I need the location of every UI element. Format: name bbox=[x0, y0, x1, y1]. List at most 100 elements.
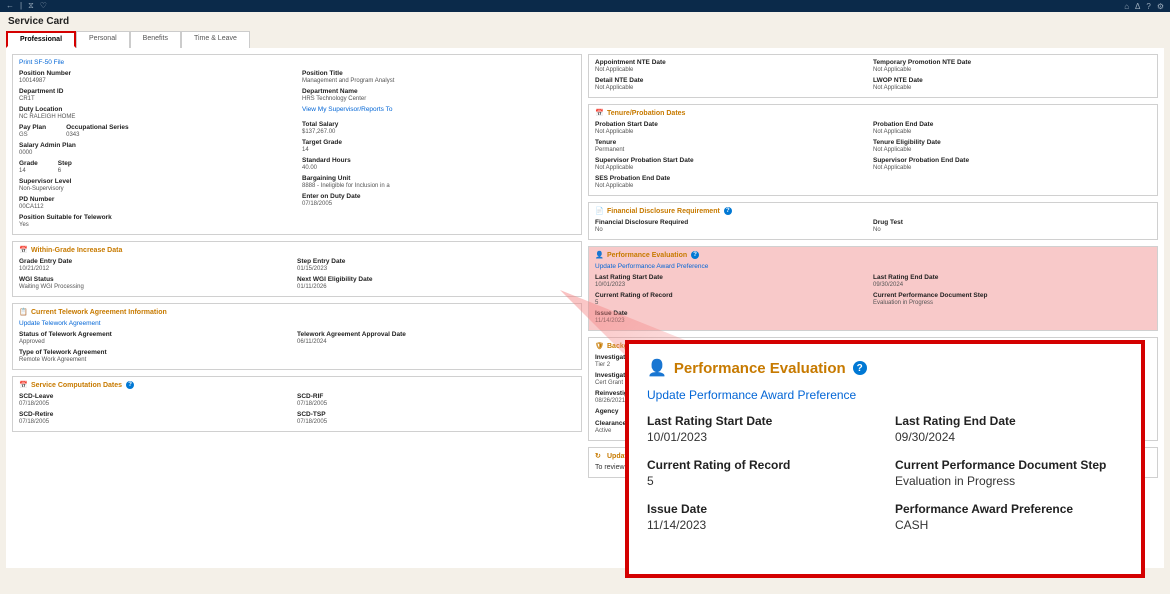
lbl-step-entry: Step Entry Date bbox=[297, 258, 565, 265]
lbl-findisc-req: Financial Disclosure Required bbox=[595, 219, 863, 226]
clock-icon[interactable]: ⧖ bbox=[28, 1, 34, 11]
callout-update-link[interactable]: Update Performance Award Preference bbox=[647, 388, 856, 402]
lbl-dept-name: Department Name bbox=[302, 88, 575, 95]
val-eod: 07/18/2005 bbox=[302, 201, 575, 207]
hdr-scd: Service Computation Dates bbox=[31, 382, 122, 389]
callout-header: Performance Evaluation bbox=[674, 360, 846, 377]
tab-personal[interactable]: Personal bbox=[76, 31, 130, 48]
profile-icon: 👤 bbox=[647, 358, 667, 378]
val-drug-test: No bbox=[873, 227, 1141, 233]
val-co-step: Evaluation in Progress bbox=[895, 474, 1123, 488]
lbl-total-salary: Total Salary bbox=[302, 121, 575, 128]
lbl-next-wgi: Next WGI Eligibility Date bbox=[297, 276, 565, 283]
lbl-perf-end: Last Rating End Date bbox=[873, 274, 1141, 281]
print-sf50-link[interactable]: Print SF-50 File bbox=[19, 59, 64, 66]
val-telework-type: Remote Work Agreement bbox=[19, 357, 287, 363]
help-icon[interactable]: ? bbox=[724, 207, 732, 215]
lbl-eod: Enter on Duty Date bbox=[302, 193, 575, 200]
hdr-perf: Performance Evaluation bbox=[607, 252, 687, 259]
gear-icon[interactable]: ⚙ bbox=[1157, 2, 1164, 11]
tab-professional[interactable]: Professional bbox=[6, 31, 76, 48]
card-appointment: Appointment NTE DateNot Applicable Tempo… bbox=[588, 54, 1158, 98]
lbl-tenure-elig: Tenure Eligibility Date bbox=[873, 139, 1141, 146]
hdr-wgi: Within-Grade Increase Data bbox=[31, 247, 122, 254]
lbl-perf-step: Current Performance Document Step bbox=[873, 292, 1141, 299]
val-telework-approval: 06/11/2024 bbox=[297, 339, 565, 345]
val-wgi-status: Waiting WGI Processing bbox=[19, 284, 287, 290]
val-dept-id: CR1T bbox=[19, 96, 292, 102]
lbl-co-issue: Issue Date bbox=[647, 502, 875, 516]
val-findisc-req: No bbox=[595, 227, 863, 233]
lbl-co-step: Current Performance Document Step bbox=[895, 458, 1123, 472]
lbl-co-award: Performance Award Preference bbox=[895, 502, 1123, 516]
card-tenure: 📅Tenure/Probation Dates Probation Start … bbox=[588, 104, 1158, 196]
val-grade: 14 bbox=[19, 168, 38, 174]
hdr-tenure: Tenure/Probation Dates bbox=[607, 110, 685, 117]
refresh-icon: ↻ bbox=[595, 452, 603, 460]
home-icon[interactable]: ⌂ bbox=[1124, 2, 1129, 11]
update-telework-link[interactable]: Update Telework Agreement bbox=[19, 320, 101, 327]
heart-icon[interactable]: ♡ bbox=[40, 1, 47, 11]
lbl-perf-issue: Issue Date bbox=[595, 310, 863, 317]
val-salary-plan: 0000 bbox=[19, 150, 292, 156]
card-scd: 📅Service Computation Dates? SCD-Leave07/… bbox=[12, 376, 582, 432]
val-pd-num: 00CA112 bbox=[19, 204, 292, 210]
val-co-end: 09/30/2024 bbox=[895, 430, 1123, 444]
val-target-grade: 14 bbox=[302, 147, 575, 153]
val-lwop-nte: Not Applicable bbox=[873, 85, 1141, 91]
help-icon[interactable]: ? bbox=[126, 381, 134, 389]
help-icon[interactable]: ? bbox=[853, 361, 867, 375]
val-position-number: 10014987 bbox=[19, 78, 292, 84]
card-wgi: 📅Within-Grade Increase Data Grade Entry … bbox=[12, 241, 582, 297]
val-pos-title: Management and Program Analyst bbox=[302, 78, 575, 84]
val-std-hours: 40.00 bbox=[302, 165, 575, 171]
topbar: ← | ⧖ ♡ ⌂ Δ ? ⚙ bbox=[0, 0, 1170, 12]
lbl-co-end: Last Rating End Date bbox=[895, 414, 1123, 428]
lbl-tenure: Tenure bbox=[595, 139, 863, 146]
callout-performance: 👤 Performance Evaluation ? Update Perfor… bbox=[625, 340, 1145, 578]
lbl-co-start: Last Rating Start Date bbox=[647, 414, 875, 428]
val-detail-nte: Not Applicable bbox=[595, 85, 863, 91]
profile-icon: 👤 bbox=[595, 251, 603, 259]
view-supervisor-link[interactable]: View My Supervisor/Reports To bbox=[302, 106, 392, 113]
val-step-entry: 01/15/2023 bbox=[297, 266, 565, 272]
tab-benefits[interactable]: Benefits bbox=[130, 31, 181, 48]
left-column: Print SF-50 File Position Number10014987… bbox=[12, 54, 582, 562]
lbl-telework-type: Type of Telework Agreement bbox=[19, 349, 287, 356]
val-co-award: CASH bbox=[895, 518, 1123, 532]
val-perf-step: Evaluation in Progress bbox=[873, 300, 1141, 306]
tabs: Professional Personal Benefits Time & Le… bbox=[0, 31, 1170, 48]
lbl-scd-rif: SCD-RIF bbox=[297, 393, 565, 400]
lbl-pos-title: Position Title bbox=[302, 70, 575, 77]
lbl-target-grade: Target Grade bbox=[302, 139, 575, 146]
val-telework-status: Approved bbox=[19, 339, 287, 345]
help-icon[interactable]: ? bbox=[691, 251, 699, 259]
lbl-perf-start: Last Rating Start Date bbox=[595, 274, 863, 281]
update-perf-link[interactable]: Update Performance Award Preference bbox=[595, 263, 708, 270]
clipboard-icon: 📋 bbox=[19, 308, 27, 316]
lbl-std-hours: Standard Hours bbox=[302, 157, 575, 164]
val-barg-unit: 8888 - Ineligible for Inclusion in a bbox=[302, 183, 575, 189]
lbl-dept-id: Department ID bbox=[19, 88, 292, 95]
val-scd-leave: 07/18/2005 bbox=[19, 401, 287, 407]
bell-icon[interactable]: Δ bbox=[1135, 2, 1140, 11]
lbl-telework-status: Status of Telework Agreement bbox=[19, 331, 287, 338]
lbl-grade: Grade bbox=[19, 160, 38, 167]
val-perf-issue: 11/14/2023 bbox=[595, 318, 863, 324]
val-step: 6 bbox=[58, 168, 72, 174]
val-prob-end: Not Applicable bbox=[873, 129, 1141, 135]
val-pay-plan: GS bbox=[19, 132, 46, 138]
lbl-barg-unit: Bargaining Unit bbox=[302, 175, 575, 182]
lbl-detail-nte: Detail NTE Date bbox=[595, 77, 863, 84]
lbl-temp-promo: Temporary Promotion NTE Date bbox=[873, 59, 1141, 66]
back-icon[interactable]: ← bbox=[6, 1, 14, 11]
val-perf-rating: 5 bbox=[595, 300, 863, 306]
lbl-occ-series: Occupational Series bbox=[66, 124, 129, 131]
help-icon[interactable]: ? bbox=[1146, 2, 1150, 11]
lbl-sup-prob-end: Supervisor Probation End Date bbox=[873, 157, 1141, 164]
lbl-salary-plan: Salary Admin Plan bbox=[19, 142, 292, 149]
lbl-scd-leave: SCD-Leave bbox=[19, 393, 287, 400]
tab-time-leave[interactable]: Time & Leave bbox=[181, 31, 250, 48]
val-next-wgi: 01/11/2026 bbox=[297, 284, 565, 290]
card-position: Print SF-50 File Position Number10014987… bbox=[12, 54, 582, 235]
